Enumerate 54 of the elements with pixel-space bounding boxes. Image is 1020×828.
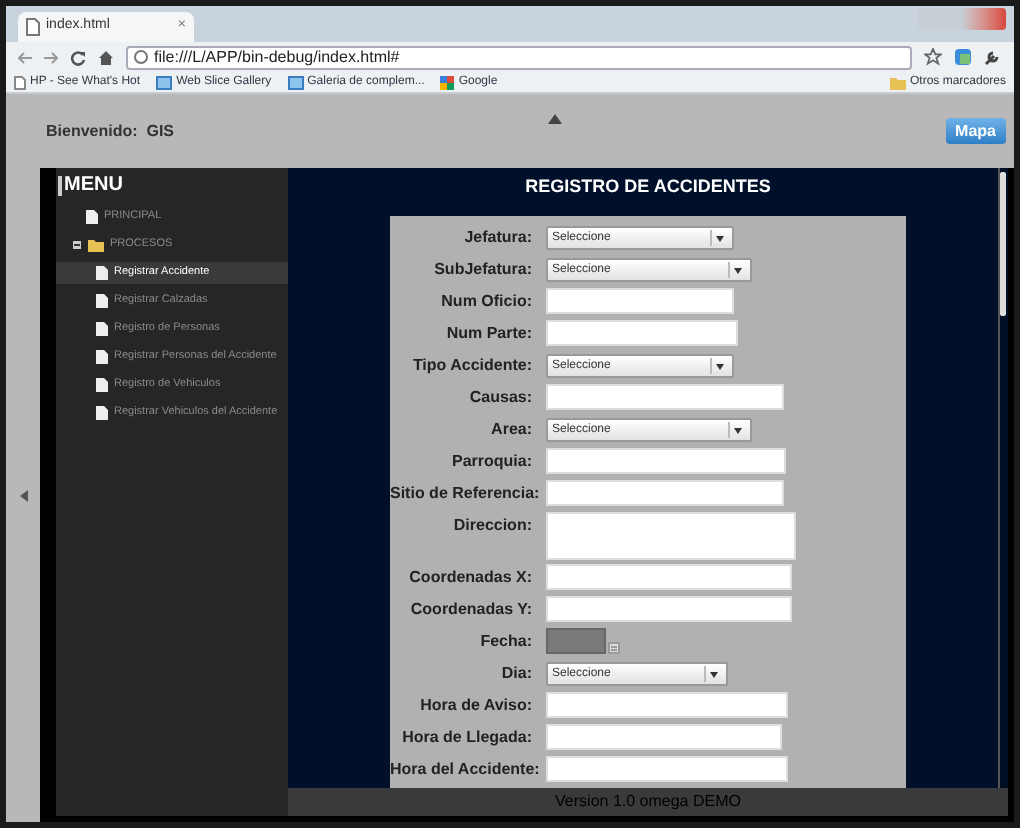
field-label: Area: <box>489 417 532 441</box>
collapse-box-icon[interactable] <box>72 240 82 250</box>
back-icon[interactable] <box>18 51 32 63</box>
text-field[interactable] <box>546 447 786 473</box>
folder-icon <box>88 238 104 252</box>
caret-icon <box>704 665 722 681</box>
text-field[interactable] <box>546 691 788 717</box>
text-area[interactable] <box>546 511 796 559</box>
field-label: SubJefatura: <box>432 257 532 281</box>
calendar-icon[interactable] <box>608 641 620 653</box>
field-label: Causas: <box>467 385 532 409</box>
text-field[interactable] <box>546 595 792 621</box>
colored-squares-icon <box>440 75 455 89</box>
field-label: Hora de Llegada: <box>400 725 532 750</box>
field-label: Num Parte: <box>444 321 532 345</box>
text-field[interactable] <box>546 723 782 749</box>
field-label: Jefatura: <box>462 225 532 249</box>
text-field[interactable] <box>546 755 788 781</box>
web-slice-icon <box>156 75 173 89</box>
text-field[interactable] <box>546 319 738 345</box>
expand-arrow-icon[interactable] <box>19 489 27 501</box>
page-icon <box>14 75 26 89</box>
field-label: Coordenadas X: <box>407 565 532 589</box>
caret-icon <box>728 421 746 437</box>
scrollbar[interactable] <box>998 168 1008 788</box>
welcome-text: Bienvenido: GIS <box>46 119 175 143</box>
field-label: Tipo Accidente: <box>410 353 532 378</box>
collapse-arrow-icon[interactable] <box>548 114 562 124</box>
field-label: Num Oficio: <box>439 289 532 313</box>
web-slice-icon <box>287 75 304 89</box>
home-icon[interactable] <box>98 49 114 65</box>
date-field[interactable] <box>546 627 606 653</box>
field-label: Dia: <box>499 661 532 685</box>
field-label: Hora de Aviso: <box>418 693 532 717</box>
star-icon[interactable] <box>924 48 942 66</box>
form-title: REGISTRO DE ACCIDENTES <box>523 174 773 200</box>
field-label: Parroquia: <box>449 449 532 474</box>
field-label: Direccion: <box>451 513 532 537</box>
forward-icon[interactable] <box>44 51 58 63</box>
address-field[interactable]: file:///L/APP/bin-debug/index.html# <box>126 45 912 69</box>
text-field[interactable] <box>546 383 784 409</box>
field-label: Fecha: <box>478 629 532 653</box>
caret-icon <box>710 229 728 245</box>
field-label: Coordenadas Y: <box>408 597 532 621</box>
page-icon <box>26 18 40 36</box>
document-icon <box>86 210 98 224</box>
reload-icon[interactable] <box>70 49 86 65</box>
version-text: Version 1.0 omega DEMO <box>555 790 741 814</box>
wrench-icon[interactable] <box>984 48 1002 66</box>
caret-icon <box>710 357 728 373</box>
caret-icon <box>728 261 746 277</box>
text-field[interactable] <box>546 287 734 313</box>
text-field[interactable] <box>546 479 784 505</box>
text-field[interactable] <box>546 563 792 589</box>
